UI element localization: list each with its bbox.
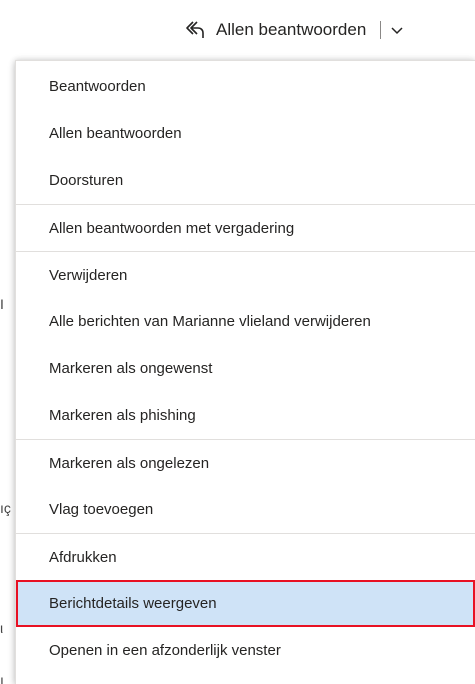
menu-item-mark-as-phishing[interactable]: Markeren als phishing (16, 392, 475, 439)
menu-item-label: Allen beantwoorden met vergadering (49, 219, 295, 237)
menu-item-label: Verwijderen (49, 266, 128, 284)
menu-item-label: Markeren als ongewenst (49, 360, 213, 377)
background-fragment: I (0, 296, 4, 312)
menu-item-label: Markeren als ongelezen (49, 454, 210, 472)
menu-item-label: Alle berichten van Marianne vlieland ver… (49, 313, 371, 330)
menu-item-reply-all[interactable]: Allen beantwoorden (16, 110, 475, 157)
menu-item-mark-as-junk[interactable]: Markeren als ongewenst (16, 345, 475, 392)
menu-item-view-message-details[interactable]: Berichtdetails weergeven (16, 580, 475, 627)
menu-item-add-flag[interactable]: Vlag toevoegen (16, 486, 475, 533)
menu-item-open-in-new-window[interactable]: Openen in een afzonderlijk venster (16, 627, 475, 674)
menu-item-delete[interactable]: Verwijderen (16, 251, 475, 298)
screen: I ıç ι ı Allen beantwoorden Beantwoorden… (0, 0, 475, 684)
menu-item-print[interactable]: Afdrukken (16, 533, 475, 580)
menu-item-label: Afdrukken (49, 548, 117, 566)
menu-item-label: Berichtdetails weergeven (49, 595, 217, 612)
reply-all-icon (184, 19, 206, 41)
menu-item-mark-as-unread[interactable]: Markeren als ongelezen (16, 439, 475, 486)
menu-item-reply[interactable]: Beantwoorden (16, 63, 475, 110)
reply-all-label[interactable]: Allen beantwoorden (216, 20, 366, 40)
split-divider (380, 21, 382, 39)
menu-item-label: Beantwoorden (49, 78, 146, 95)
menu-item-delete-all-from-sender[interactable]: Alle berichten van Marianne vlieland ver… (16, 298, 475, 345)
background-fragment: ıç (0, 500, 11, 516)
menu-item-label: Markeren als phishing (49, 407, 196, 424)
reply-options-menu: Beantwoorden Allen beantwoorden Doorstur… (15, 60, 475, 684)
menu-item-forward[interactable]: Doorsturen (16, 157, 475, 204)
menu-item-label: Vlag toevoegen (49, 501, 154, 518)
menu-item-reply-all-with-meeting[interactable]: Allen beantwoorden met vergadering (16, 204, 475, 251)
background-fragment: ı (0, 672, 4, 684)
reply-all-split-button[interactable]: Allen beantwoorden (174, 0, 475, 60)
chevron-down-icon[interactable] (389, 22, 405, 38)
background-fragment: ι (0, 620, 4, 636)
menu-item-label: Allen beantwoorden (49, 125, 182, 142)
menu-item-label: Openen in een afzonderlijk venster (49, 642, 281, 659)
menu-item-label: Doorsturen (49, 172, 124, 189)
